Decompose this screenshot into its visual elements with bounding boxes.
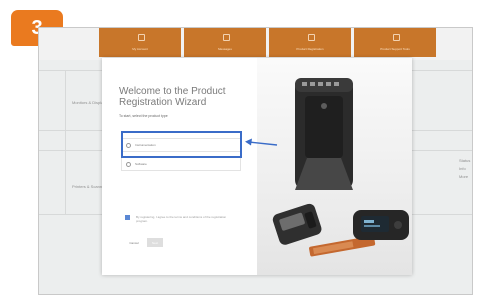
radio-icon [126, 161, 131, 167]
device-screen-text [364, 225, 380, 227]
account-icon [138, 34, 145, 41]
device-button [394, 221, 402, 229]
device-key [310, 82, 315, 86]
background-side-label: Info [459, 166, 466, 171]
product-photo [257, 58, 412, 275]
background-side-label: More [459, 174, 469, 179]
app-screenshot: My Account Messages Product Registration… [38, 27, 473, 295]
device-screen [361, 216, 389, 232]
device-key [318, 82, 323, 86]
mail-icon [223, 34, 230, 41]
wizard-subtitle: To start, select the product type [119, 114, 168, 118]
option-software[interactable]: Software [121, 157, 241, 171]
toolbar-tile-support-tools[interactable]: Product Support Tools [354, 28, 436, 57]
terms-checkbox-row[interactable]: By registering, I agree to the terms and… [125, 215, 236, 223]
background-side-label: Status [459, 158, 471, 163]
terms-text: By registering, I agree to the terms and… [136, 215, 227, 223]
registration-wizard-dialog: × Welcome to the Product Registration Wi… [102, 58, 412, 275]
register-icon [308, 34, 315, 41]
left-arrow-icon [245, 138, 278, 146]
device-logo [321, 103, 327, 109]
toolbar-tile-label: Product Registration [296, 47, 324, 51]
wizard-title: Welcome to the Product Registration Wiza… [119, 86, 226, 108]
tools-icon [393, 34, 400, 41]
next-button[interactable]: Next [147, 238, 163, 247]
handheld-device [272, 203, 322, 245]
device-key [334, 82, 339, 86]
device-screen-text [364, 220, 374, 223]
toolbar-tile-product-registration[interactable]: Product Registration [269, 28, 351, 57]
toolbar-tile-label: Messages [218, 47, 232, 51]
toolbar-tile-messages[interactable]: Messages [184, 28, 266, 57]
checkbox-icon[interactable] [125, 215, 130, 220]
option-label: Software [135, 162, 147, 166]
cancel-button[interactable]: Cancel [125, 238, 143, 247]
toolbar-tile-label: Product Support Tools [380, 47, 410, 51]
highlight-annotation-box [121, 131, 242, 158]
device-key [326, 82, 331, 86]
instrument-devices-image [272, 78, 409, 257]
background-divider [65, 70, 66, 214]
device-key [302, 82, 307, 86]
top-toolbar: My Account Messages Product Registration… [39, 28, 472, 60]
toolbar-tile-label: My Account [132, 47, 148, 51]
toolbar-tile-my-account[interactable]: My Account [99, 28, 181, 57]
